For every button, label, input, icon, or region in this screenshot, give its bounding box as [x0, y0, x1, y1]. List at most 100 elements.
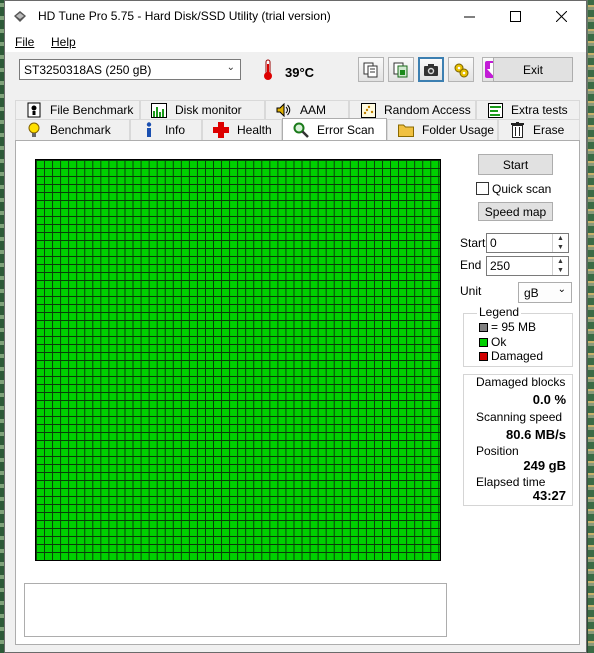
speaker-icon	[276, 102, 292, 118]
unit-field-label: Unit	[460, 284, 482, 298]
legend-damaged: Damaged	[479, 349, 543, 363]
tab-file-benchmark[interactable]: File Benchmark	[15, 100, 140, 119]
scanning-speed-label: Scanning speed	[476, 410, 563, 424]
copy-icon	[363, 62, 378, 77]
maximize-button[interactable]	[492, 1, 538, 32]
tab-label: Extra tests	[511, 103, 568, 117]
save-icon	[393, 62, 408, 77]
start-scan-button[interactable]: Start	[478, 154, 553, 175]
menu-bar: File Help	[5, 32, 586, 52]
scanning-speed-value: 80.6 MB/s	[506, 427, 566, 442]
title-bar[interactable]: HD Tune Pro 5.75 - Hard Disk/SSD Utility…	[5, 1, 586, 32]
disk-monitor-icon	[151, 102, 167, 118]
start-value: 0	[490, 236, 497, 250]
log-textbox[interactable]	[24, 583, 447, 637]
start-field-label: Start	[460, 236, 486, 250]
quick-scan-checkbox[interactable]	[476, 182, 489, 195]
unit-select-value: gB	[524, 286, 539, 300]
damaged-blocks-value: 0.0 %	[533, 392, 566, 407]
tab-erase[interactable]: Erase	[498, 119, 580, 140]
chevron-down-icon: ⌄	[226, 62, 235, 73]
close-button[interactable]	[538, 1, 584, 32]
legend-damaged-label: Damaged	[491, 349, 544, 363]
camera-icon	[424, 63, 438, 76]
end-value: 250	[490, 259, 511, 273]
menu-help[interactable]: Help	[51, 35, 76, 49]
options-button[interactable]	[448, 57, 474, 82]
lightbulb-icon	[26, 122, 42, 138]
trash-icon	[509, 122, 525, 138]
window-title: HD Tune Pro 5.75 - Hard Disk/SSD Utility…	[38, 9, 331, 23]
position-label: Position	[476, 444, 519, 458]
elapsed-time-value: 43:27	[532, 488, 566, 503]
unit-select[interactable]: gB ⌄	[518, 282, 572, 303]
tab-label: AAM	[300, 103, 327, 117]
drive-select-value: ST3250318AS (250 gB)	[24, 63, 152, 77]
menu-file-label: File	[15, 35, 35, 49]
toolbar: ST3250318AS (250 gB) ⌄ 39°C Exit	[5, 52, 586, 92]
legend-block-size: = 95 MB	[479, 320, 536, 334]
tab-info[interactable]: Info	[130, 119, 202, 140]
damaged-blocks-label: Damaged blocks	[476, 375, 566, 389]
block-grid	[35, 159, 441, 561]
tab-extra-tests[interactable]: Extra tests	[476, 100, 580, 119]
legend-ok: Ok	[479, 335, 506, 349]
thermometer-icon	[264, 59, 272, 80]
tab-benchmark[interactable]: Benchmark	[15, 119, 130, 140]
tab-error-scan[interactable]: Error Scan	[282, 118, 387, 140]
end-field-label: End	[460, 258, 482, 272]
quick-scan-label: Quick scan	[492, 182, 552, 196]
tab-label: File Benchmark	[50, 103, 134, 117]
desktop-background-right	[588, 0, 594, 653]
extra-tests-icon	[487, 102, 503, 118]
legend-title: Legend	[477, 305, 522, 319]
tab-label: Error Scan	[317, 122, 375, 137]
drive-select[interactable]: ST3250318AS (250 gB) ⌄	[19, 59, 241, 80]
info-icon	[141, 122, 157, 138]
end-spinbox[interactable]: 250 ▲ ▼	[486, 256, 569, 276]
tab-random-access[interactable]: Random Access	[349, 100, 476, 119]
tab-aam[interactable]: AAM	[265, 100, 349, 119]
legend-swatch-ok	[479, 338, 488, 348]
tab-disk-monitor[interactable]: Disk monitor	[140, 100, 265, 119]
damaged-blocks-number: 0.0	[532, 392, 551, 407]
app-window: HD Tune Pro 5.75 - Hard Disk/SSD Utility…	[4, 0, 587, 653]
minimize-icon	[463, 16, 475, 18]
tab-folder-usage[interactable]: Folder Usage	[387, 119, 498, 140]
folder-icon	[398, 122, 414, 138]
error-scan-panel: Start Quick scan Speed map Start 0 ▲ ▼ En…	[15, 140, 580, 645]
close-icon	[555, 11, 567, 22]
maximize-icon	[509, 11, 521, 22]
tab-label: Random Access	[384, 103, 471, 117]
tab-health[interactable]: Health	[202, 119, 282, 140]
tab-label: Disk monitor	[175, 103, 242, 117]
tab-label: Erase	[533, 123, 565, 137]
minimize-button[interactable]	[446, 1, 492, 32]
start-spinbox[interactable]: 0 ▲ ▼	[486, 233, 569, 253]
save-button[interactable]	[388, 57, 414, 82]
menu-help-label: Help	[51, 35, 76, 49]
spin-arrows-icon[interactable]: ▲ ▼	[552, 257, 568, 275]
options-icon	[454, 63, 469, 77]
position-value: 249 gB	[523, 458, 566, 473]
temperature-readout: 39°C	[285, 65, 315, 80]
spin-arrows-icon[interactable]: ▲ ▼	[552, 234, 568, 252]
speed-map-button[interactable]: Speed map	[478, 202, 553, 221]
tab-label: Folder Usage	[422, 123, 495, 137]
magnifier-icon	[293, 122, 309, 138]
tab-label: Benchmark	[50, 123, 111, 137]
elapsed-time-label: Elapsed time	[476, 475, 546, 489]
tab-label: Info	[165, 123, 186, 137]
chevron-down-icon: ⌄	[557, 284, 566, 295]
exit-button[interactable]: Exit	[493, 57, 573, 82]
damaged-blocks-unit: %	[554, 392, 566, 407]
file-benchmark-icon	[26, 102, 42, 118]
legend-ok-label: Ok	[491, 335, 507, 349]
legend-block-label: = 95 MB	[491, 320, 537, 334]
legend-swatch-damaged	[479, 352, 488, 362]
tab-label: Health	[237, 123, 272, 137]
legend-swatch-block	[479, 323, 488, 333]
screenshot-button[interactable]	[418, 57, 444, 82]
copy-button[interactable]	[358, 57, 384, 82]
menu-file[interactable]: File	[15, 35, 34, 49]
